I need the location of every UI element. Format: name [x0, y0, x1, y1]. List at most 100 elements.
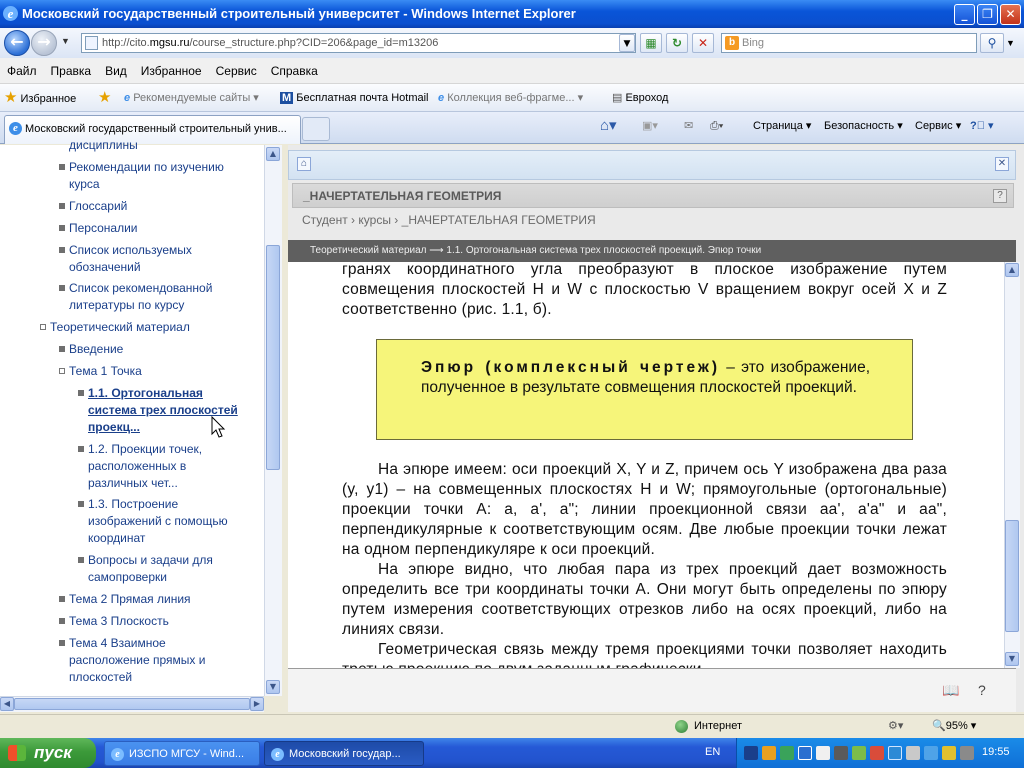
menu-edit[interactable]: Правка — [44, 58, 99, 84]
tray-usb-icon[interactable] — [834, 746, 848, 760]
sidebar-item-label: 1.2. Проекции точек, расположенных в раз… — [88, 442, 203, 490]
sidebar-item-intro[interactable]: Введение — [59, 341, 249, 358]
close-button[interactable]: ✕ — [1000, 4, 1021, 25]
mail-icon[interactable]: ✉ — [684, 112, 693, 140]
sidebar-scroll-thumb[interactable] — [266, 245, 280, 470]
sidebar-hscroll-thumb[interactable] — [14, 698, 250, 710]
fav-web-slice-gallery[interactable]: e Коллекция веб-фрагме... ▾ — [438, 84, 583, 112]
window-title: Московский государственный строительный … — [22, 6, 576, 21]
back-button[interactable]: ← — [4, 30, 30, 56]
page-menu[interactable]: Страница ▾ — [753, 112, 811, 140]
search-input[interactable]: b Bing — [721, 33, 977, 53]
bing-logo-icon: b — [725, 36, 739, 50]
sidebar-item-notation[interactable]: Список используемых обозначений — [59, 242, 239, 276]
favorites-button[interactable]: ★ Избранное — [4, 84, 76, 113]
stop-icon[interactable]: ✕ — [692, 33, 714, 53]
fav-suggested-sites[interactable]: e Рекомендуемые сайты ▾ — [124, 84, 259, 112]
help-icon[interactable]: ?⃝ ▾ — [970, 112, 994, 140]
maximize-button[interactable]: ❐ — [977, 4, 998, 25]
protected-mode-icon[interactable]: ⚙▾ — [888, 719, 903, 732]
history-dropdown-icon[interactable]: ▼ — [61, 36, 70, 46]
content-scroll-down-icon[interactable]: ▼ — [1005, 652, 1019, 666]
tray-app-icon[interactable] — [762, 746, 776, 760]
sidebar-item-theory[interactable]: Теоретический материал — [40, 319, 250, 336]
tray-bluetooth-icon[interactable] — [744, 746, 758, 760]
bullet-icon — [78, 501, 84, 507]
zoom-control[interactable]: 🔍95% ▾ — [932, 719, 976, 732]
search-placeholder: Bing — [742, 37, 765, 49]
sidebar-item-glossary[interactable]: Глоссарий — [59, 198, 249, 215]
help-icon[interactable]: ? — [993, 189, 1007, 203]
print-icon[interactable]: ⎙▾ — [710, 112, 723, 140]
address-input[interactable]: http://cito.mgsu.ru/course_structure.php… — [81, 33, 636, 53]
tray-misc-icon[interactable] — [960, 746, 974, 760]
address-dropdown-icon[interactable]: ▼ — [619, 34, 635, 52]
compatibility-view-icon[interactable]: ▦ — [640, 33, 662, 53]
tools-menu[interactable]: Сервис ▾ — [915, 112, 961, 140]
scroll-right-icon[interactable]: ▶ — [250, 697, 264, 711]
refresh-icon[interactable]: ↻ — [666, 33, 688, 53]
tray-antivirus-icon[interactable] — [852, 746, 866, 760]
new-tab-button[interactable] — [302, 117, 330, 141]
sidebar-item-questions[interactable]: Вопросы и задачи для самопроверки — [78, 552, 248, 586]
sidebar-item-1-3[interactable]: 1.3. Построение изображений с помощью ко… — [78, 496, 248, 547]
bullet-icon — [59, 618, 65, 624]
page-icon — [85, 36, 98, 50]
sidebar-item-label: Вопросы и задачи для самопроверки — [88, 553, 213, 584]
add-favorites-icon[interactable]: ★ — [98, 84, 111, 113]
clock[interactable]: 19:55 — [982, 746, 1010, 758]
menu-tools[interactable]: Сервис — [209, 58, 264, 84]
url-prefix: http://cito. — [102, 37, 150, 49]
tray-power-icon[interactable] — [942, 746, 956, 760]
tray-update-icon[interactable] — [924, 746, 938, 760]
tray-display-icon[interactable] — [888, 746, 902, 760]
tray-speaker-icon[interactable] — [906, 746, 920, 760]
sidebar-item-topic-3[interactable]: Тема 3 Плоскость — [59, 613, 249, 630]
breadcrumb-student[interactable]: Студент — [302, 213, 348, 227]
taskbar-item-izspo[interactable]: e ИЗСПО МГСУ - Wind... — [104, 741, 260, 766]
search-icon[interactable]: ⚲ — [980, 33, 1004, 53]
tray-security-icon[interactable] — [870, 746, 884, 760]
minimize-button[interactable]: _ — [954, 4, 975, 25]
tray-monitor-icon[interactable] — [798, 746, 812, 760]
fav-evrohod[interactable]: ▤ Евроход — [612, 84, 668, 112]
forward-button[interactable]: → — [31, 30, 57, 56]
sidebar-item-1-2[interactable]: 1.2. Проекции точек, расположенных в раз… — [78, 441, 248, 492]
window-title-bar[interactable]: e Московский государственный строительны… — [0, 0, 1024, 28]
menu-help[interactable]: Справка — [264, 58, 325, 84]
breadcrumb-courses[interactable]: курсы — [358, 213, 391, 227]
help-bulb-icon[interactable]: ? — [978, 682, 986, 698]
bullet-icon — [78, 446, 84, 452]
tray-network-icon[interactable] — [780, 746, 794, 760]
sidebar-item-topic-1[interactable]: Тема 1 Точка — [59, 363, 249, 380]
menu-favorites[interactable]: Избранное — [134, 58, 209, 84]
section-path-bar: Теоретический материал ⟶ 1.1. Ортогональ… — [288, 240, 1016, 262]
sidebar-item-persons[interactable]: Персоналии — [59, 220, 249, 237]
scroll-down-icon[interactable]: ▼ — [266, 680, 280, 694]
home-icon[interactable]: ⌂ — [297, 157, 311, 171]
start-button[interactable]: пуск — [0, 738, 96, 768]
content-scroll-thumb[interactable] — [1005, 520, 1019, 632]
scroll-up-icon[interactable]: ▲ — [266, 147, 280, 161]
sidebar-item-topic-2[interactable]: Тема 2 Прямая линия — [59, 591, 249, 608]
breadcrumb-course[interactable]: _НАЧЕРТАТЕЛЬНАЯ ГЕОМЕТРИЯ — [402, 213, 596, 227]
taskbar-item-mgsu-active[interactable]: e Московский государ... — [264, 741, 424, 766]
search-options-icon[interactable]: ▼ — [1006, 38, 1015, 48]
menu-file[interactable]: Файл — [0, 58, 44, 84]
content-scroll-up-icon[interactable]: ▲ — [1005, 263, 1019, 277]
sidebar-item-discipline[interactable]: дисциплины — [69, 137, 249, 154]
feeds-icon[interactable]: ▣▾ — [642, 112, 658, 140]
home-icon[interactable]: ⌂▾ — [600, 112, 617, 140]
sidebar-item-recommendations[interactable]: Рекомендации по изучению курса — [59, 159, 249, 193]
fav-hotmail[interactable]: M Бесплатная почта Hotmail — [280, 84, 429, 112]
sidebar-item-topic-4[interactable]: Тема 4 Взаимное расположение прямых и пл… — [59, 635, 239, 686]
book-icon[interactable]: 📖 — [942, 682, 959, 699]
security-zone: Интернет — [694, 720, 742, 732]
close-pane-icon[interactable]: ✕ — [995, 157, 1009, 171]
language-indicator[interactable]: EN — [705, 746, 720, 758]
scroll-left-icon[interactable]: ◀ — [0, 697, 14, 711]
tray-device-icon[interactable] — [816, 746, 830, 760]
safety-menu[interactable]: Безопасность ▾ — [824, 112, 903, 140]
menu-view[interactable]: Вид — [98, 58, 134, 84]
sidebar-item-literature[interactable]: Список рекомендованной литературы по кур… — [59, 280, 249, 314]
